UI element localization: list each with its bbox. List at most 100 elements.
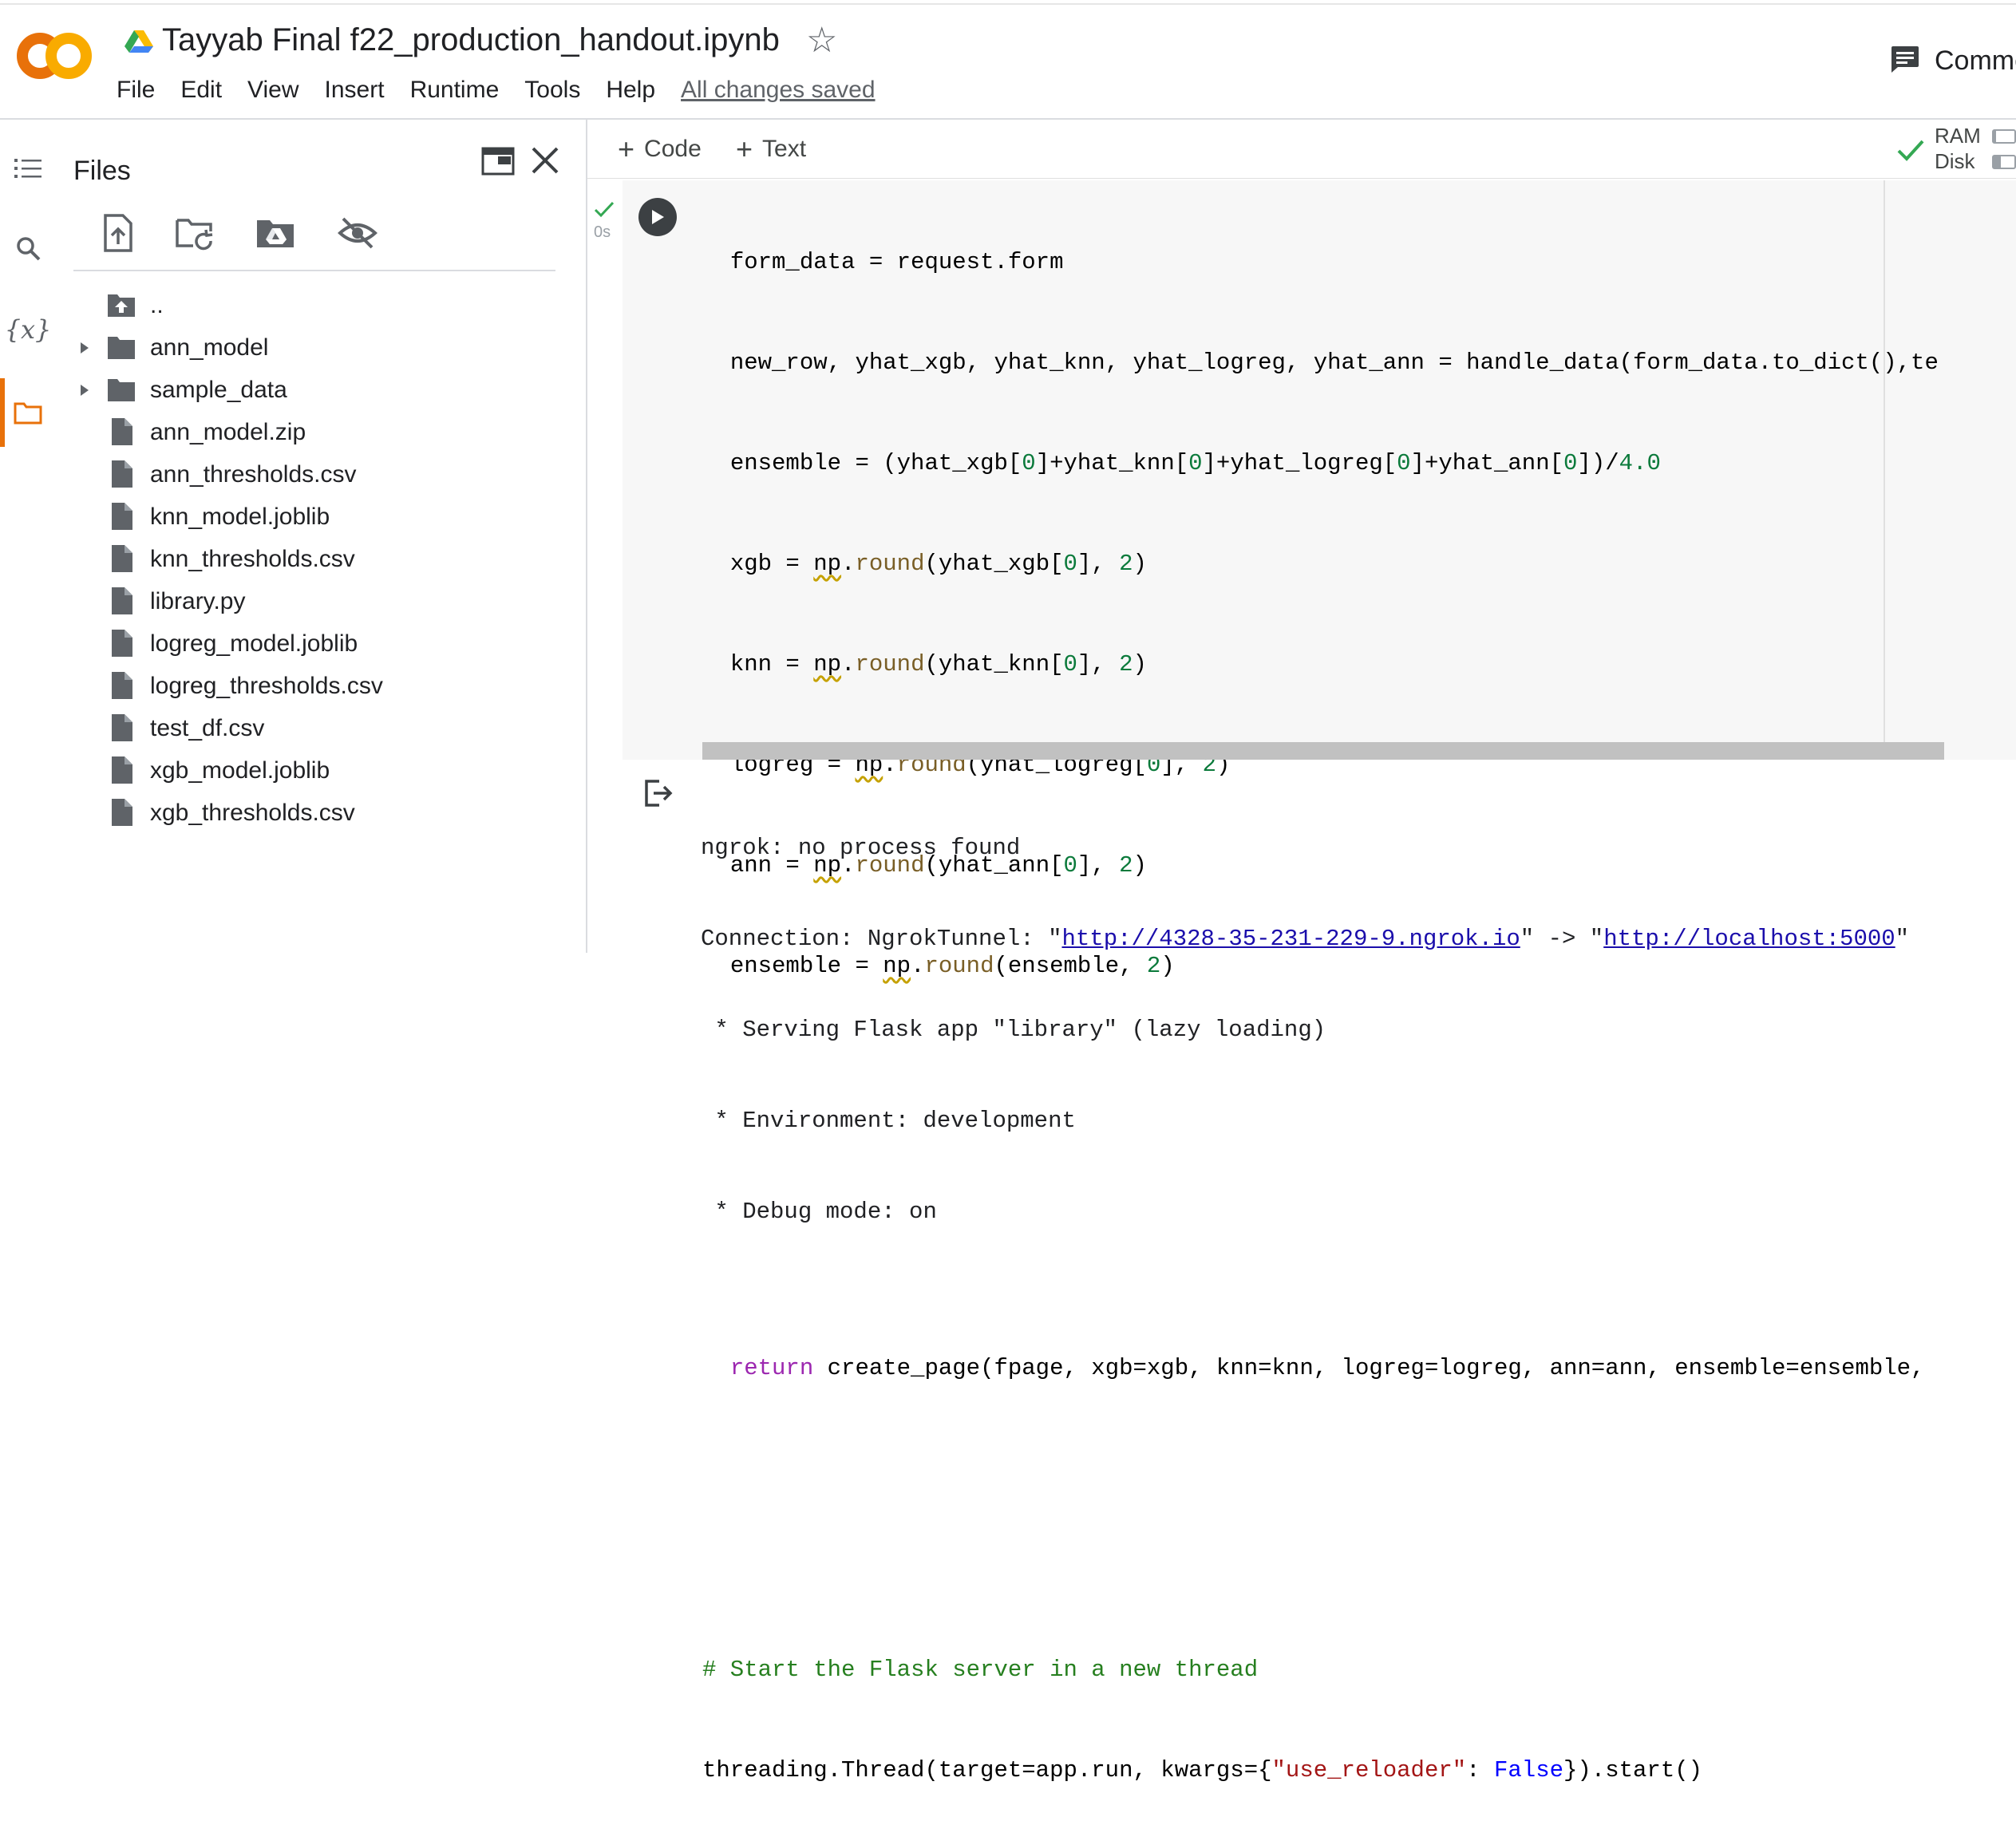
menu-insert[interactable]: Insert (325, 77, 385, 104)
file-name: ann_model.zip (150, 418, 306, 445)
file-tree-item-file[interactable]: ann_model.zip (77, 411, 571, 453)
code-line: form_data = request.form (729, 249, 1064, 275)
add-code-label: Code (644, 136, 702, 162)
output-line: * Debug mode: on (701, 1199, 937, 1225)
search-icon[interactable] (0, 220, 56, 276)
file-name: logreg_thresholds.csv (150, 672, 383, 699)
file-name: xgb_model.joblib (150, 756, 330, 784)
file-icon (112, 630, 132, 657)
close-icon[interactable] (528, 144, 562, 177)
hide-files-icon[interactable] (337, 212, 378, 254)
file-icon (112, 418, 132, 445)
comment-icon[interactable] (1888, 45, 1920, 73)
file-tree-item-file[interactable]: logreg_thresholds.csv (77, 665, 571, 707)
ngrok-url-link[interactable]: http://4328-35-231-229-9.ngrok.io (1061, 926, 1520, 952)
menu-edit[interactable]: Edit (180, 77, 222, 104)
file-tree-item-file[interactable]: test_df.csv (77, 707, 571, 749)
expand-caret-icon[interactable] (77, 326, 93, 369)
play-icon (652, 210, 664, 224)
file-icon (112, 756, 132, 784)
expand-caret-icon[interactable] (77, 369, 93, 411)
file-icon (112, 460, 132, 488)
ram-label[interactable]: RAM (1935, 123, 1981, 148)
output-actions-icon[interactable] (643, 779, 674, 808)
output-line: * Environment: development (701, 1108, 1076, 1134)
file-tree-item-file[interactable]: knn_thresholds.csv (77, 538, 571, 580)
ram-meter-fill (1994, 131, 1997, 142)
menu-bar: File Edit View Insert Runtime Tools Help… (117, 73, 876, 107)
code-line: knn = np.round(yhat_knn[0], 2) (729, 651, 1147, 677)
file-icon (112, 503, 132, 530)
file-name: logreg_model.joblib (150, 630, 358, 657)
menu-tools[interactable]: Tools (524, 77, 580, 104)
upload-file-icon[interactable] (97, 212, 139, 254)
menu-file[interactable]: File (117, 77, 155, 104)
folder-icon (108, 379, 135, 401)
notebook-toolbar: + Code + Text (587, 120, 2016, 179)
file-tree-item-file[interactable]: knn_model.joblib (77, 496, 571, 538)
file-tree-item-file[interactable]: xgb_thresholds.csv (77, 792, 571, 834)
file-tree-item-file[interactable]: library.py (77, 580, 571, 622)
horizontal-scrollbar[interactable] (702, 742, 1944, 760)
disk-label[interactable]: Disk (1935, 148, 1975, 174)
run-cell-button[interactable] (638, 198, 677, 236)
table-of-contents-icon[interactable] (0, 140, 56, 196)
variables-icon[interactable]: {x} (0, 302, 56, 357)
files-icon[interactable] (0, 385, 56, 440)
open-in-tab-icon[interactable] (480, 145, 516, 177)
output-line: ngrok: no process found (701, 835, 1021, 861)
files-divider (73, 270, 555, 271)
file-name: library.py (150, 587, 246, 614)
file-name: ann_thresholds.csv (150, 460, 357, 488)
file-icon (112, 545, 132, 572)
file-name: .. (150, 291, 164, 318)
file-tree-item-folder[interactable]: sample_data (77, 369, 571, 411)
add-text-cell-button[interactable]: + Text (736, 131, 806, 168)
code-line: return create_page(fpage, xgb=xgb, knn=k… (729, 1355, 1925, 1381)
disk-meter[interactable] (1992, 155, 2016, 169)
star-icon[interactable]: ☆ (806, 19, 837, 62)
code-line: new_row, yhat_xgb, yhat_knn, yhat_logreg… (729, 350, 1939, 376)
file-tree-item-file[interactable]: ann_thresholds.csv (77, 453, 571, 496)
code-line: threading.Thread(target=app.run, kwargs=… (702, 1757, 1703, 1783)
panel-resize-handle[interactable] (586, 120, 587, 953)
output-line: Connection: NgrokTunnel: "http://4328-35… (701, 926, 1910, 952)
file-name: xgb_thresholds.csv (150, 799, 355, 826)
file-icon (112, 799, 132, 826)
top-rule (0, 0, 2016, 5)
file-name: knn_thresholds.csv (150, 545, 355, 572)
connected-check-icon[interactable] (1896, 136, 1925, 164)
colab-logo[interactable] (16, 30, 93, 81)
code-line: # Start the Flask server in a new thread (702, 1657, 1259, 1683)
file-tree-item-parent[interactable]: .. (77, 284, 571, 326)
file-icon (112, 587, 132, 614)
add-code-cell-button[interactable]: + Code (618, 131, 702, 168)
mount-drive-icon[interactable] (255, 212, 297, 254)
code-line: ensemble = (yhat_xgb[0]+yhat_knn[0]+yhat… (729, 450, 1661, 476)
localhost-url-link[interactable]: http://localhost:5000 (1603, 926, 1895, 952)
cell-output: ngrok: no process found Connection: Ngro… (701, 772, 1909, 1258)
folder-icon (108, 337, 135, 359)
menu-help[interactable]: Help (606, 77, 655, 104)
menu-view[interactable]: View (247, 77, 298, 104)
notebook-title[interactable]: Tayyab Final f22_production_handout.ipyn… (162, 18, 780, 62)
left-rail: {x} (0, 120, 56, 953)
file-tree-item-file[interactable]: xgb_model.joblib (77, 749, 571, 792)
refresh-folder-icon[interactable] (174, 212, 215, 254)
file-name: knn_model.joblib (150, 503, 330, 530)
add-text-label: Text (762, 136, 807, 162)
disk-meter-fill (1994, 156, 2002, 168)
comment-button-label[interactable]: Comme (1935, 43, 2016, 78)
file-icon (112, 714, 132, 741)
file-name: ann_model (150, 334, 269, 361)
ram-meter[interactable] (1992, 129, 2016, 144)
save-status[interactable]: All changes saved (681, 77, 876, 104)
file-tree-item-file[interactable]: logreg_model.joblib (77, 622, 571, 665)
files-panel-title: Files (73, 156, 131, 186)
plus-icon: + (618, 132, 635, 165)
file-name: sample_data (150, 376, 287, 403)
file-tree-item-folder[interactable]: ann_model (77, 326, 571, 369)
menu-runtime[interactable]: Runtime (410, 77, 500, 104)
